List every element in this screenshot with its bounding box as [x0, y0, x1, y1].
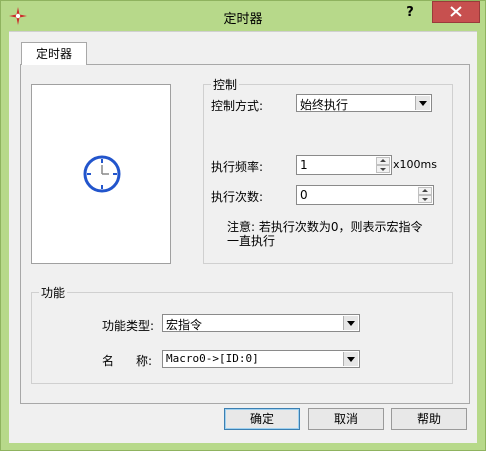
note-line-2: 一直执行 — [227, 234, 276, 248]
close-button[interactable] — [432, 1, 480, 23]
macro-name-value: Macro0->[ID:0] — [166, 352, 259, 365]
title-bar[interactable]: 定时器 ? — [1, 1, 485, 31]
note-line-1: 注意: 若执行次数为0，则表示宏指令 — [227, 220, 423, 234]
count-value: 0 — [300, 188, 308, 202]
help-question-icon[interactable]: ? — [395, 3, 425, 23]
dialog-body: 定时器 控制 控制方式: 始终执行 执行频率: 1 x100ms 执行次数: 0… — [9, 31, 477, 443]
frequency-value: 1 — [300, 158, 308, 172]
name-label-part2: 称: — [136, 354, 153, 368]
stepper-down-icon[interactable] — [376, 165, 390, 173]
chevron-down-icon[interactable] — [343, 316, 358, 330]
stepper-up-icon[interactable] — [418, 187, 432, 195]
chevron-down-icon[interactable] — [343, 352, 358, 366]
count-label: 执行次数: — [211, 190, 264, 204]
stepper-up-icon[interactable] — [376, 157, 390, 165]
chevron-down-icon[interactable] — [415, 96, 430, 110]
frequency-label: 执行频率: — [211, 160, 264, 174]
function-group: 功能 — [31, 284, 453, 384]
cancel-button[interactable]: 取消 — [308, 408, 384, 430]
clock-icon — [83, 155, 121, 193]
function-type-value: 宏指令 — [166, 318, 203, 332]
tab-timer[interactable]: 定时器 — [21, 42, 87, 65]
ok-button[interactable]: 确定 — [224, 408, 300, 430]
help-button[interactable]: 帮助 — [391, 408, 467, 430]
count-stepper[interactable]: 0 — [296, 185, 434, 205]
macro-name-select[interactable]: Macro0->[ID:0] — [162, 350, 360, 368]
stepper-down-icon[interactable] — [418, 195, 432, 203]
frequency-stepper[interactable]: 1 — [296, 155, 392, 175]
mode-label: 控制方式: — [211, 99, 264, 113]
mode-select-value: 始终执行 — [300, 98, 349, 112]
control-legend: 控制 — [213, 78, 238, 92]
timer-preview — [31, 84, 171, 264]
mode-select[interactable]: 始终执行 — [296, 94, 432, 112]
function-type-select[interactable]: 宏指令 — [162, 314, 360, 332]
frequency-unit: x100ms — [393, 158, 437, 171]
close-icon — [450, 6, 462, 17]
note-text: 注意: 若执行次数为0，则表示宏指令 一直执行 — [227, 220, 437, 248]
function-type-label: 功能类型: — [102, 319, 155, 333]
function-legend: 功能 — [41, 286, 66, 300]
name-label-part1: 名 — [102, 354, 115, 368]
dialog-window: 定时器 ? 定时器 控制 控制方式: 始终执行 执行频率: 1 x100ms 执… — [0, 0, 486, 451]
